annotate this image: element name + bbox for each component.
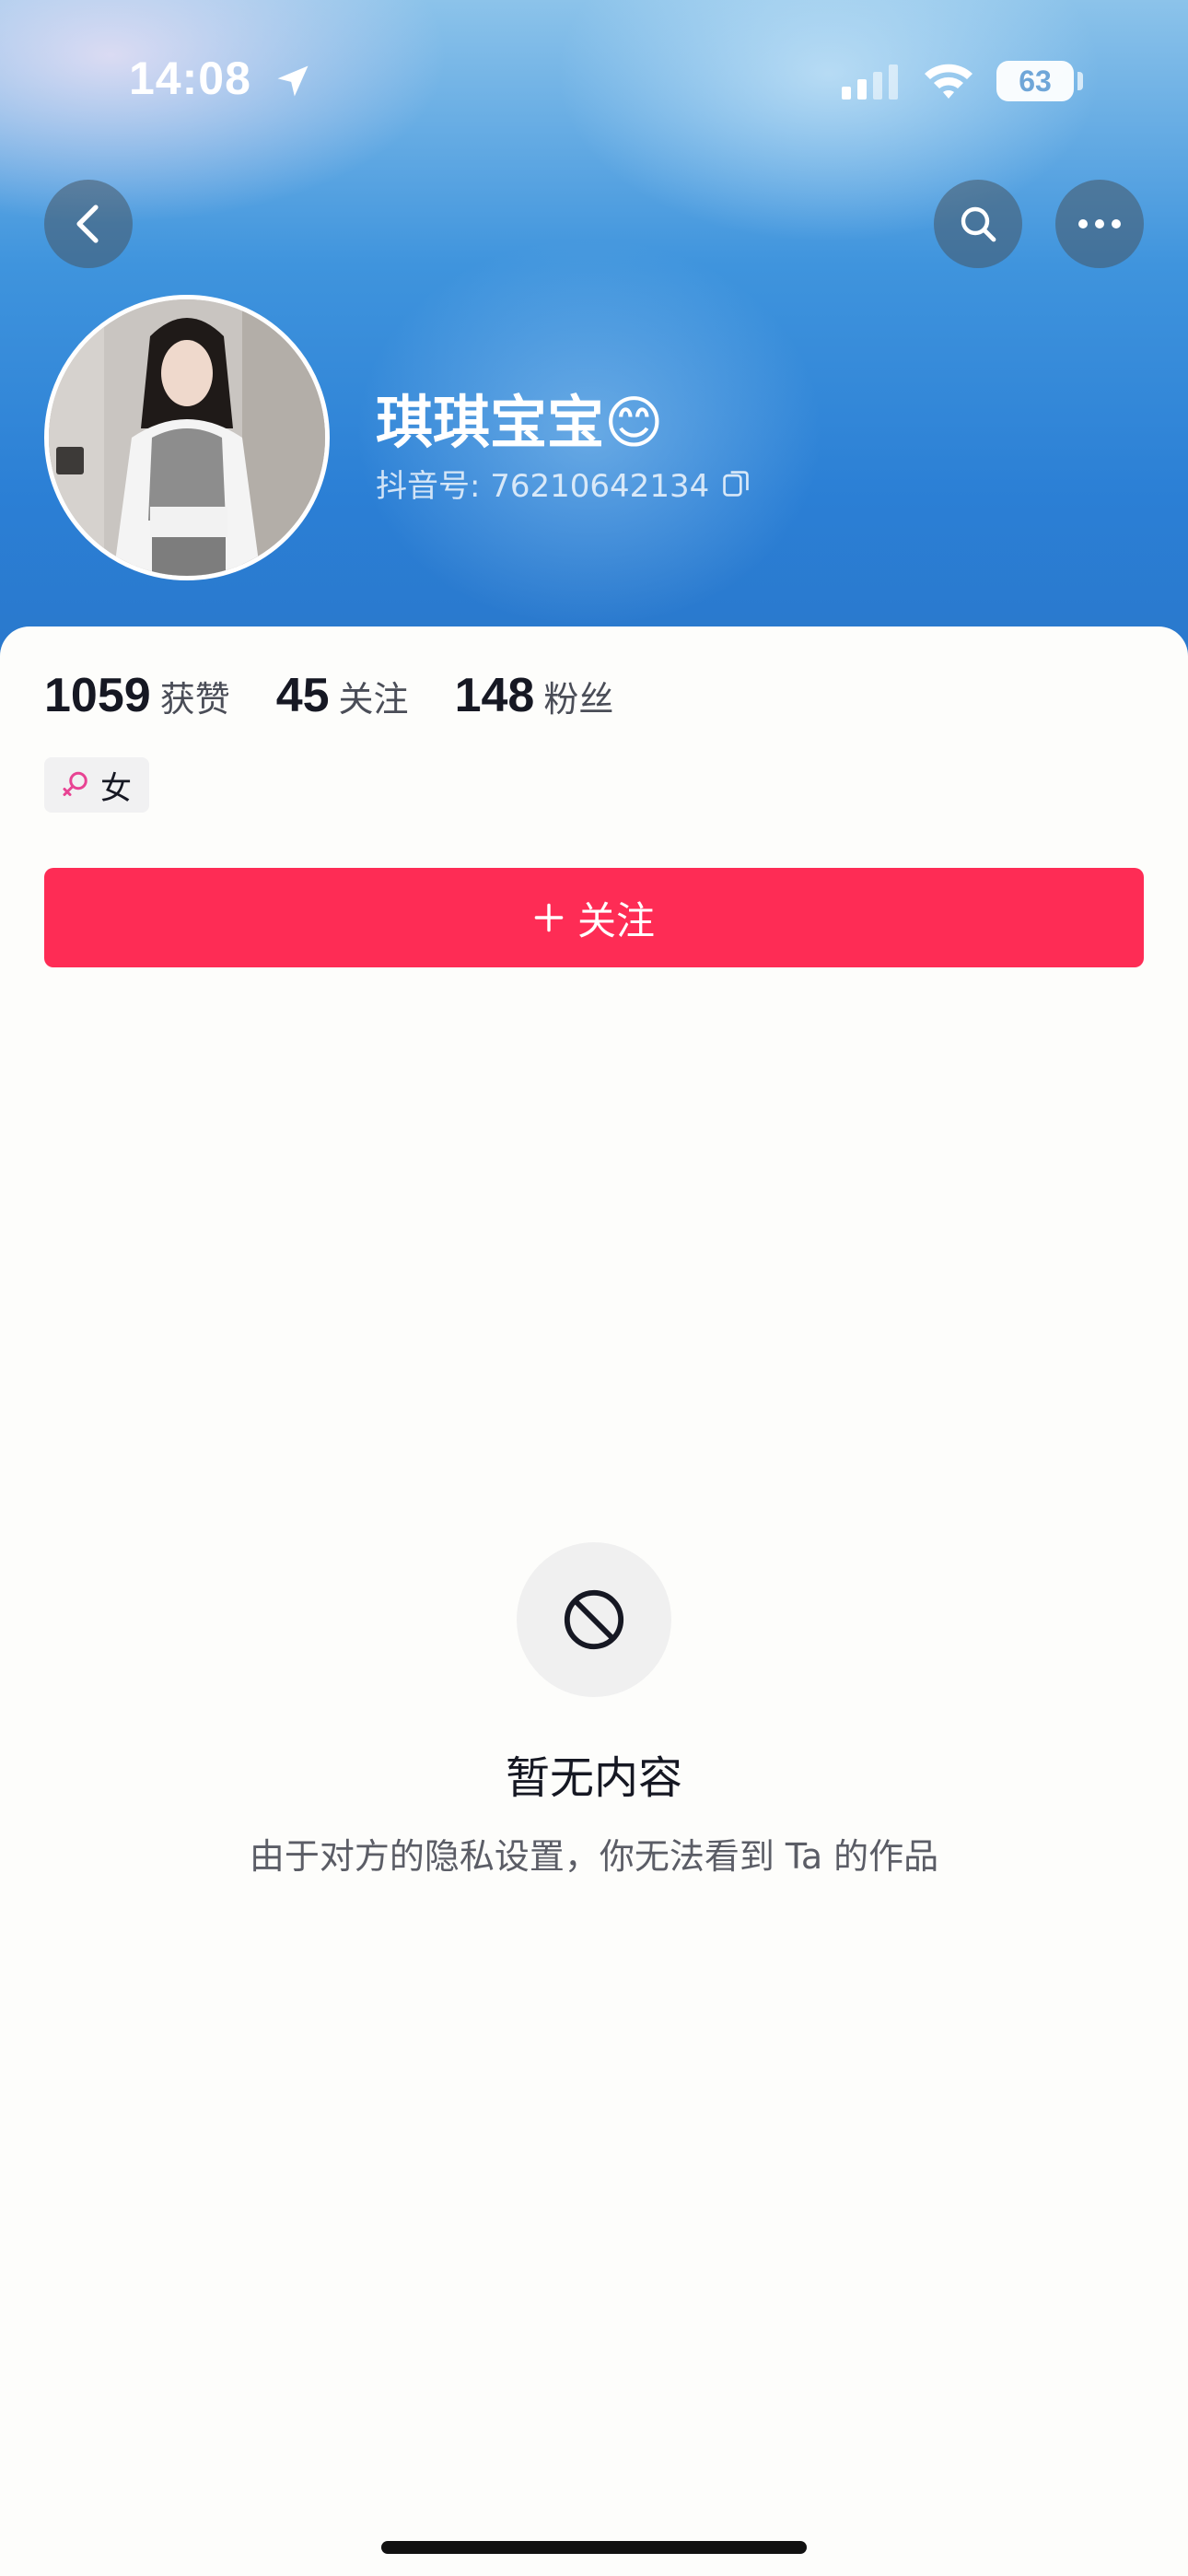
avatar-photo	[49, 299, 325, 576]
following-count[interactable]: 45	[276, 668, 330, 723]
likes-count: 1059	[44, 669, 151, 722]
followers-label[interactable]: 粉丝	[543, 671, 613, 721]
followers-count[interactable]: 148	[455, 668, 535, 723]
following-label[interactable]: 关注	[339, 671, 409, 721]
search-icon	[961, 206, 996, 242]
gender-label: 女	[100, 769, 132, 807]
plus-icon	[534, 903, 564, 932]
douyin-id[interactable]: 抖音号: 76210642134	[376, 461, 750, 506]
location-arrow-icon	[277, 65, 309, 97]
gender-tag: 女	[44, 757, 149, 813]
prohibited-icon	[564, 1589, 624, 1650]
profile-stats: 1059 获赞 45 关注 148 粉丝	[44, 668, 659, 723]
status-time: 14:08	[129, 53, 251, 104]
follow-button[interactable]: 关注	[44, 868, 1144, 967]
battery-level: 63	[1019, 64, 1052, 98]
wifi-icon	[925, 64, 973, 99]
female-symbol-icon	[63, 771, 87, 796]
battery-cap	[1077, 72, 1083, 90]
back-button[interactable]	[44, 180, 133, 268]
avatar[interactable]	[44, 295, 330, 580]
douyin-id-text: 抖音号: 76210642134	[376, 468, 710, 505]
cellular-signal-icon	[842, 64, 898, 100]
follow-button-label: 关注	[577, 897, 655, 943]
home-indicator[interactable]	[381, 2541, 807, 2554]
search-button[interactable]	[934, 180, 1022, 268]
empty-state-icon-container	[517, 1542, 671, 1697]
empty-state-title: 暂无内容	[505, 1752, 682, 1804]
copy-icon[interactable]	[722, 469, 750, 498]
chevron-left-icon	[76, 205, 99, 243]
empty-state-description: 由于对方的隐私设置，你无法看到 Ta 的作品	[249, 1836, 939, 1877]
more-options-button[interactable]	[1055, 180, 1144, 268]
likes-label: 获赞	[159, 679, 230, 720]
username: 琪琪宝宝😊	[376, 389, 664, 456]
more-dots-icon	[1078, 219, 1121, 228]
